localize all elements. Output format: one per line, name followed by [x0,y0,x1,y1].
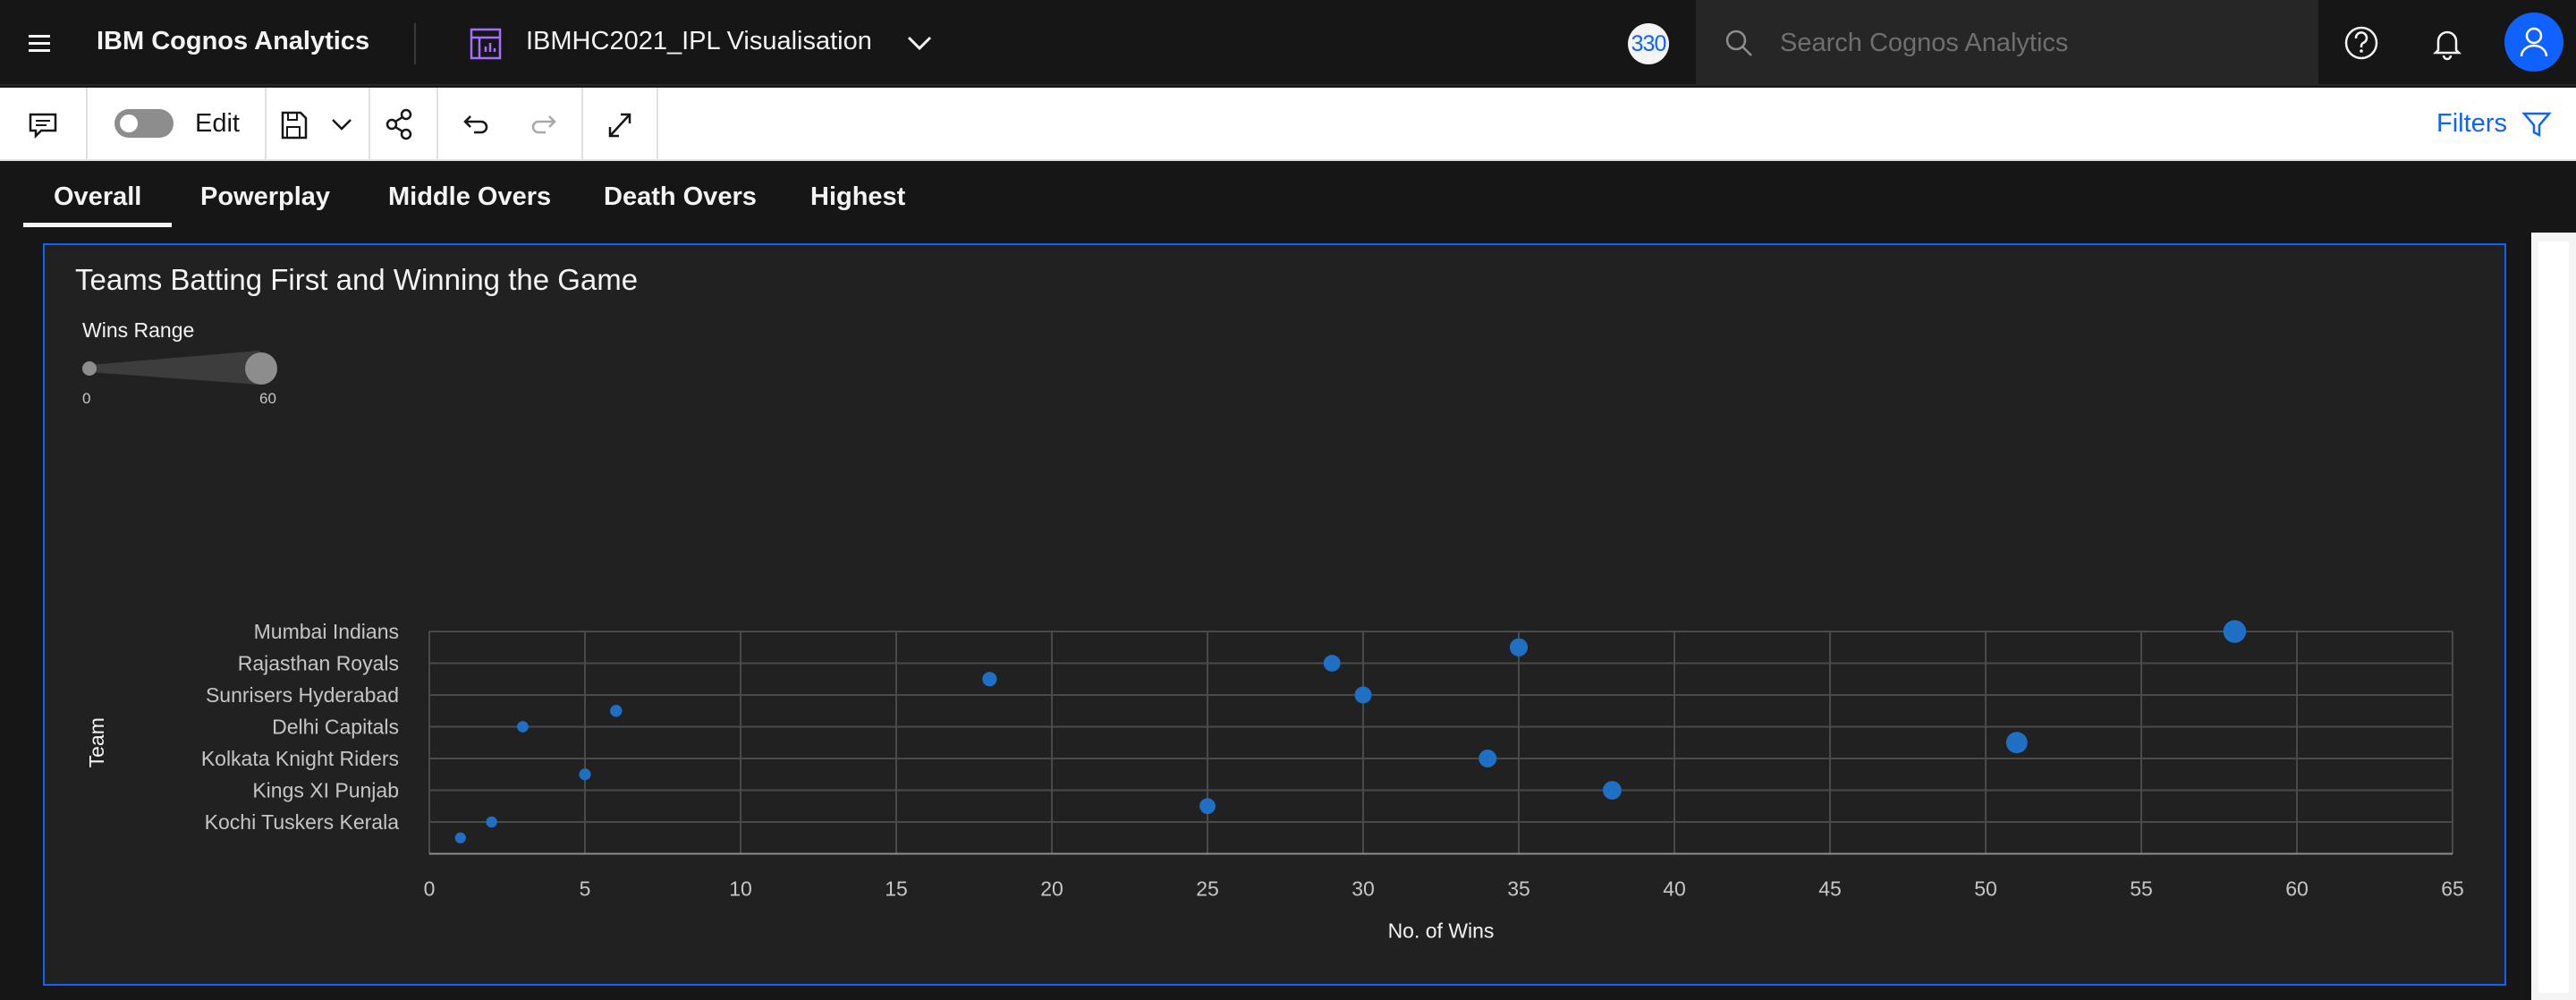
data-point [1323,655,1341,672]
notification-count-badge[interactable]: 330 [1628,23,1669,64]
report-icon [470,28,502,60]
tab-death-overs[interactable]: Death Overs [604,182,757,227]
x-tick-label: 35 [1507,877,1530,901]
toolbar-divider [657,88,658,161]
filters-button[interactable]: Filters [2436,109,2507,139]
x-tick-label: 10 [729,877,752,901]
redo-icon[interactable] [528,104,564,145]
toolbar-divider [436,88,438,161]
data-point [982,672,997,687]
x-tick-label: 0 [424,877,436,901]
data-point [579,768,591,781]
x-tick-label: 45 [1818,877,1842,901]
chart-widget[interactable]: Teams Batting First and Winning the Game… [43,243,2506,986]
chevron-down-icon[interactable] [326,104,358,145]
x-tick-label: 15 [885,877,908,901]
data-point [486,816,497,828]
data-point [454,832,466,843]
toolbar-divider [581,88,583,161]
y-axis-label: Team [85,717,108,767]
undo-icon[interactable] [456,104,492,145]
chevron-down-icon[interactable] [902,27,937,59]
data-point [1479,750,1497,767]
scatter-chart: 0 5 10 15 20 25 30 35 40 45 50 55 60 65 Mumbai Indians… [85,620,2464,943]
report-toolbar: Edit Filters [0,88,2576,161]
y-tick-label: Kolkata Knight Riders [201,747,399,770]
hamburger-menu-icon[interactable] [21,25,57,61]
toggle-knob [120,114,138,132]
tab-powerplay[interactable]: Powerplay [200,182,330,227]
data-point [1354,686,1372,704]
toolbar-divider [86,88,88,161]
tab-overall[interactable]: Overall [23,182,173,227]
comment-icon[interactable] [25,104,61,145]
tab-highest[interactable]: Highest [810,182,905,227]
user-avatar[interactable] [2504,13,2563,72]
save-icon[interactable] [275,104,311,145]
data-point [517,721,529,733]
search-icon [1725,30,1752,56]
data-point [2005,732,2028,754]
header-divider [414,23,416,64]
y-tick-label: Kings XI Punjab [252,779,399,802]
data-point [1199,798,1216,815]
search-bar[interactable] [1696,0,2318,86]
y-tick-label: Mumbai Indians [254,620,399,643]
edit-label: Edit [195,109,240,138]
x-tick-label: 50 [1974,877,1997,901]
data-point [2223,620,2247,643]
data-point [610,705,623,717]
help-icon[interactable] [2342,23,2381,63]
x-tick-label: 55 [2130,877,2153,901]
data-point [1509,638,1529,657]
edit-mode-toggle[interactable] [114,109,174,138]
share-icon[interactable] [381,104,419,145]
notification-bell-icon[interactable] [2428,23,2467,63]
x-tick-label: 20 [1040,877,1063,901]
y-tick-label: Delhi Capitals [272,716,399,739]
x-axis-label: No. of Wins [1388,919,1495,943]
tab-middle-overs[interactable]: Middle Overs [388,182,551,227]
y-tick-label: Sunrisers Hyderabad [206,683,399,707]
x-tick-label: 5 [580,877,591,901]
toolbar-divider [369,88,370,161]
x-tick-label: 40 [1663,877,1686,901]
fullscreen-icon[interactable] [601,104,639,145]
y-tick-label: Kochi Tuskers Kerala [205,810,400,834]
data-point [1602,781,1622,800]
scrollbar-thumb[interactable] [2538,242,2569,993]
user-icon [2520,27,2548,57]
top-header: IBM Cognos Analytics IBMHC2021_IPL Visua… [0,0,2576,86]
x-tick-label: 30 [1352,877,1375,901]
brand-name: IBM Cognos Analytics [97,27,370,55]
x-tick-label: 65 [2441,877,2464,901]
search-input[interactable] [1780,21,2281,64]
filter-icon[interactable] [2521,109,2553,140]
toolbar-divider [265,88,267,161]
tab-bar: Overall Powerplay Middle Overs Death Ove… [0,163,2576,233]
report-title[interactable]: IBMHC2021_IPL Visualisation [526,27,872,56]
x-tick-label: 25 [1196,877,1219,901]
y-tick-label: Rajasthan Royals [238,652,399,675]
x-tick-label: 60 [2285,877,2309,901]
